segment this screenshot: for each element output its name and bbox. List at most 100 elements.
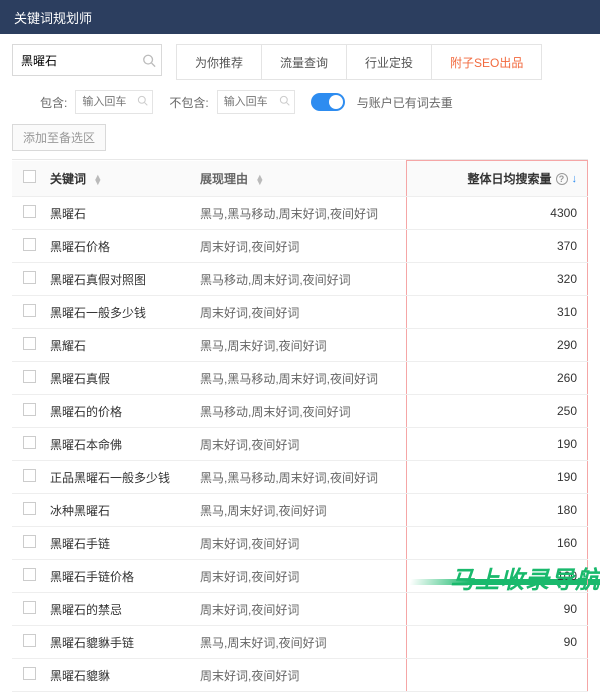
keyword-cell: 黑曜石真假对照图 bbox=[46, 263, 196, 296]
volume-cell: 90 bbox=[406, 626, 588, 659]
row-checkbox[interactable] bbox=[23, 403, 36, 416]
volume-cell: 90 bbox=[406, 593, 588, 626]
sort-icon: ▲▼ bbox=[93, 175, 102, 185]
table-row: 黑曜石黑马,黑马移动,周末好词,夜间好词4300 bbox=[12, 197, 588, 230]
volume-cell: 250 bbox=[406, 395, 588, 428]
search-row: 为你推荐 流量查询 行业定投 附子SEO出品 bbox=[0, 34, 600, 80]
volume-cell: 180 bbox=[406, 494, 588, 527]
dedupe-label: 与账户已有词去重 bbox=[357, 94, 453, 111]
keyword-cell: 黑曜石价格 bbox=[46, 230, 196, 263]
keyword-cell: 黑曜石貔貅手链 bbox=[46, 626, 196, 659]
reason-cell: 周末好词,夜间好词 bbox=[196, 296, 406, 329]
action-row: 添加至备选区 bbox=[0, 124, 600, 159]
search-icon[interactable] bbox=[142, 54, 156, 71]
table-row: 黑曜石手链价格周末好词,夜间好词100 bbox=[12, 560, 588, 593]
tab-brand[interactable]: 附子SEO出品 bbox=[432, 45, 541, 79]
reason-cell: 周末好词,夜间好词 bbox=[196, 659, 406, 692]
sort-icon: ▲▼ bbox=[255, 175, 264, 185]
keyword-cell: 黑耀石 bbox=[46, 329, 196, 362]
table-row: 黑曜石貔貅周末好词,夜间好词 bbox=[12, 659, 588, 692]
select-all-header bbox=[12, 161, 46, 197]
row-checkbox[interactable] bbox=[23, 436, 36, 449]
reason-header[interactable]: 展现理由 ▲▼ bbox=[196, 161, 406, 197]
app-header: 关键词规划师 bbox=[0, 0, 600, 34]
row-checkbox[interactable] bbox=[23, 238, 36, 251]
info-icon[interactable]: ? bbox=[556, 173, 568, 185]
volume-header[interactable]: 整体日均搜索量 ? ↓ bbox=[406, 161, 588, 197]
reason-cell: 黑马,黑马移动,周末好词,夜间好词 bbox=[196, 461, 406, 494]
reason-cell: 周末好词,夜间好词 bbox=[196, 560, 406, 593]
add-to-selection-button[interactable]: 添加至备选区 bbox=[12, 124, 106, 151]
table-row: 黑曜石本命佛周末好词,夜间好词190 bbox=[12, 428, 588, 461]
row-checkbox[interactable] bbox=[23, 502, 36, 515]
volume-cell: 190 bbox=[406, 461, 588, 494]
include-label: 包含: bbox=[40, 94, 67, 111]
table-row: 黑曜石手链周末好词,夜间好词160 bbox=[12, 527, 588, 560]
row-checkbox[interactable] bbox=[23, 205, 36, 218]
table-row: 黑耀石黑马,周末好词,夜间好词290 bbox=[12, 329, 588, 362]
volume-cell: 160 bbox=[406, 527, 588, 560]
table-row: 黑曜石的禁忌周末好词,夜间好词90 bbox=[12, 593, 588, 626]
select-all-checkbox[interactable] bbox=[23, 170, 36, 183]
row-checkbox[interactable] bbox=[23, 535, 36, 548]
reason-cell: 周末好词,夜间好词 bbox=[196, 527, 406, 560]
row-checkbox[interactable] bbox=[23, 568, 36, 581]
row-checkbox[interactable] bbox=[23, 304, 36, 317]
reason-cell: 周末好词,夜间好词 bbox=[196, 428, 406, 461]
search-icon[interactable] bbox=[279, 95, 290, 109]
table-header-row: 关键词 ▲▼ 展现理由 ▲▼ 整体日均搜索量 ? ↓ bbox=[12, 161, 588, 197]
tab-recommend[interactable]: 为你推荐 bbox=[177, 45, 262, 79]
table-row: 黑曜石真假黑马,黑马移动,周末好词,夜间好词260 bbox=[12, 362, 588, 395]
row-checkbox[interactable] bbox=[23, 601, 36, 614]
search-input[interactable] bbox=[12, 44, 162, 76]
search-icon[interactable] bbox=[137, 95, 148, 109]
volume-cell: 260 bbox=[406, 362, 588, 395]
volume-cell: 4300 bbox=[406, 197, 588, 230]
table-row: 冰种黑曜石黑马,周末好词,夜间好词180 bbox=[12, 494, 588, 527]
tab-bar: 为你推荐 流量查询 行业定投 附子SEO出品 bbox=[176, 44, 542, 80]
keyword-cell: 黑曜石 bbox=[46, 197, 196, 230]
row-checkbox[interactable] bbox=[23, 370, 36, 383]
table-row: 黑曜石价格周末好词,夜间好词370 bbox=[12, 230, 588, 263]
keyword-cell: 黑曜石手链 bbox=[46, 527, 196, 560]
keyword-cell: 正品黑曜石一般多少钱 bbox=[46, 461, 196, 494]
exclude-label: 不包含: bbox=[169, 94, 208, 111]
reason-cell: 黑马,黑马移动,周末好词,夜间好词 bbox=[196, 197, 406, 230]
keyword-cell: 黑曜石真假 bbox=[46, 362, 196, 395]
volume-cell: 100 bbox=[406, 560, 588, 593]
row-checkbox[interactable] bbox=[23, 667, 36, 680]
table-row: 黑曜石一般多少钱周末好词,夜间好词310 bbox=[12, 296, 588, 329]
keyword-header[interactable]: 关键词 ▲▼ bbox=[46, 161, 196, 197]
row-checkbox[interactable] bbox=[23, 337, 36, 350]
reason-cell: 黑马,黑马移动,周末好词,夜间好词 bbox=[196, 362, 406, 395]
tab-traffic[interactable]: 流量查询 bbox=[262, 45, 347, 79]
app-title: 关键词规划师 bbox=[14, 8, 92, 27]
reason-cell: 黑马移动,周末好词,夜间好词 bbox=[196, 395, 406, 428]
filter-row: 包含: 不包含: 与账户已有词去重 bbox=[0, 80, 600, 124]
reason-cell: 黑马移动,周末好词,夜间好词 bbox=[196, 263, 406, 296]
reason-cell: 周末好词,夜间好词 bbox=[196, 230, 406, 263]
volume-cell: 370 bbox=[406, 230, 588, 263]
keyword-cell: 黑曜石本命佛 bbox=[46, 428, 196, 461]
volume-cell: 320 bbox=[406, 263, 588, 296]
row-checkbox[interactable] bbox=[23, 634, 36, 647]
volume-cell: 310 bbox=[406, 296, 588, 329]
keyword-cell: 冰种黑曜石 bbox=[46, 494, 196, 527]
volume-cell: 290 bbox=[406, 329, 588, 362]
keyword-cell: 黑曜石貔貅 bbox=[46, 659, 196, 692]
reason-cell: 黑马,周末好词,夜间好词 bbox=[196, 329, 406, 362]
row-checkbox[interactable] bbox=[23, 469, 36, 482]
row-checkbox[interactable] bbox=[23, 271, 36, 284]
volume-cell: 190 bbox=[406, 428, 588, 461]
dedupe-toggle[interactable] bbox=[311, 93, 345, 111]
sort-desc-icon: ↓ bbox=[572, 173, 578, 185]
table-row: 黑曜石貔貅手链黑马,周末好词,夜间好词90 bbox=[12, 626, 588, 659]
table-row: 黑曜石的价格黑马移动,周末好词,夜间好词250 bbox=[12, 395, 588, 428]
volume-cell bbox=[406, 659, 588, 692]
keyword-cell: 黑曜石一般多少钱 bbox=[46, 296, 196, 329]
keyword-cell: 黑曜石的价格 bbox=[46, 395, 196, 428]
keyword-cell: 黑曜石手链价格 bbox=[46, 560, 196, 593]
reason-cell: 周末好词,夜间好词 bbox=[196, 593, 406, 626]
tab-industry[interactable]: 行业定投 bbox=[347, 45, 432, 79]
reason-cell: 黑马,周末好词,夜间好词 bbox=[196, 626, 406, 659]
